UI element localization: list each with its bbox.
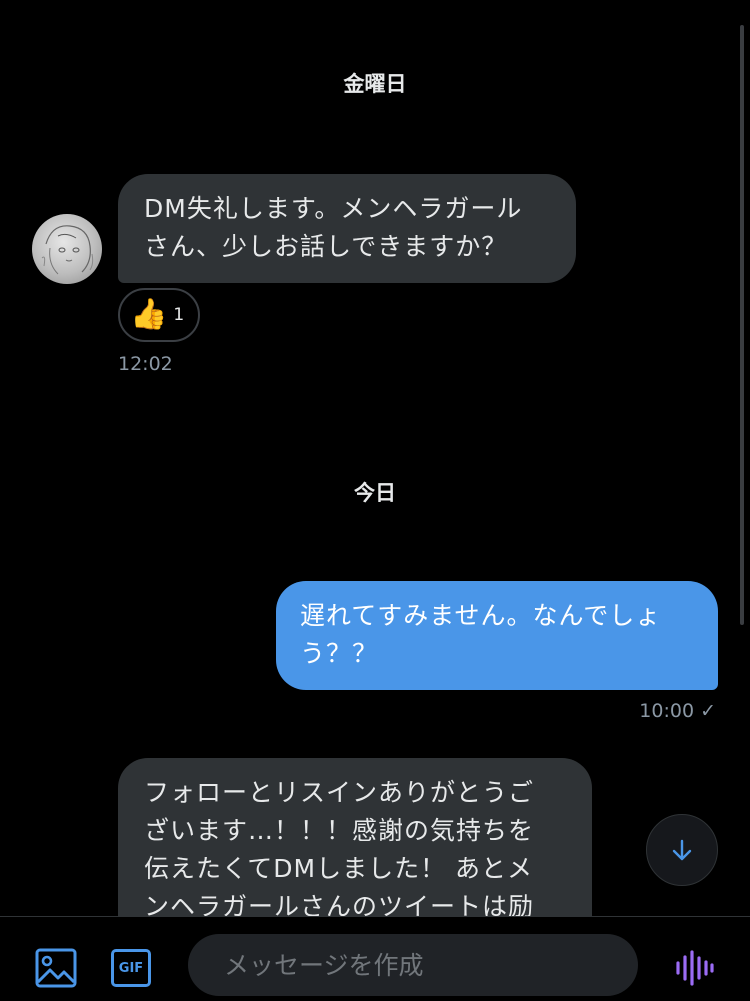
thumbs-up-icon: 👍 xyxy=(130,297,168,332)
avatar[interactable] xyxy=(32,214,102,284)
message-input[interactable] xyxy=(222,949,638,981)
message-input-container[interactable] xyxy=(188,934,638,996)
scrollbar[interactable] xyxy=(740,25,744,625)
reaction-count: 1 xyxy=(173,305,185,325)
message-text-line: ざいます…！！！感謝の気持ちを xyxy=(144,816,535,845)
message-text-line: 伝えたくてDMしました！ あとメ xyxy=(144,854,534,883)
message-timestamp: 12:02 xyxy=(118,353,173,375)
message-bubble-incoming[interactable]: DM失礼します。メンヘラガール さん、少しお話しできますか？ xyxy=(118,174,576,283)
message-text-line: 遅れてすみません。なんでしょ xyxy=(300,601,662,630)
add-image-button[interactable] xyxy=(32,944,80,992)
message-timestamp-read: 10:00 ✓ xyxy=(639,700,716,722)
voice-message-button[interactable] xyxy=(672,946,716,990)
image-icon xyxy=(35,948,77,988)
message-text-line: さん、少しお話しできますか？ xyxy=(144,232,508,261)
gif-button[interactable]: GIF xyxy=(106,945,156,991)
voice-wave-icon xyxy=(676,950,714,986)
day-header-friday: 金曜日 xyxy=(343,72,407,96)
day-header-today: 今日 xyxy=(354,481,396,505)
message-text-line: う？？ xyxy=(300,639,379,668)
gif-icon: GIF xyxy=(111,949,151,987)
message-text-line: フォローとリスインありがとうご xyxy=(144,778,535,807)
reaction-chip[interactable]: 👍 1 xyxy=(118,288,200,342)
message-text-line: DM失礼します。メンヘラガール xyxy=(144,194,523,223)
arrow-down-icon xyxy=(672,839,692,861)
scroll-to-bottom-button[interactable] xyxy=(646,814,718,886)
message-bubble-outgoing[interactable]: 遅れてすみません。なんでしょ う？？ xyxy=(276,581,718,690)
avatar-sketch-image xyxy=(41,225,94,275)
